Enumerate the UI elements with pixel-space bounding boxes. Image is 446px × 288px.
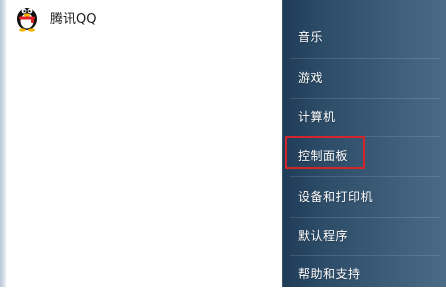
menu-separator bbox=[290, 255, 440, 256]
menu-item-help-and-support[interactable]: 帮助和支持 bbox=[282, 258, 446, 288]
menu-separator bbox=[290, 58, 440, 59]
menu-separator bbox=[290, 217, 440, 218]
start-menu-programs-pane: 腾讯QQ bbox=[0, 0, 282, 287]
program-item-tencent-qq[interactable]: 腾讯QQ bbox=[14, 2, 214, 32]
menu-item-label: 默认程序 bbox=[298, 228, 349, 243]
menu-item-label: 帮助和支持 bbox=[298, 266, 361, 281]
program-label: 腾讯QQ bbox=[50, 11, 97, 27]
menu-item-label: 设备和打印机 bbox=[298, 189, 374, 204]
menu-separator bbox=[290, 98, 440, 99]
pane-left-edge bbox=[0, 0, 6, 287]
menu-item-devices-and-printers[interactable]: 设备和打印机 bbox=[282, 181, 446, 211]
menu-separator bbox=[290, 176, 440, 177]
menu-item-games[interactable]: 游戏 bbox=[282, 62, 446, 92]
menu-item-computer[interactable]: 计算机 bbox=[282, 101, 446, 131]
menu-item-music[interactable]: 音乐 bbox=[282, 21, 446, 51]
menu-item-default-programs[interactable]: 默认程序 bbox=[282, 220, 446, 250]
menu-item-label: 音乐 bbox=[298, 29, 324, 44]
menu-item-label: 计算机 bbox=[298, 109, 336, 124]
qq-penguin-icon bbox=[17, 8, 37, 32]
menu-item-label: 游戏 bbox=[298, 70, 324, 85]
control-panel-highlight-box bbox=[285, 136, 365, 169]
